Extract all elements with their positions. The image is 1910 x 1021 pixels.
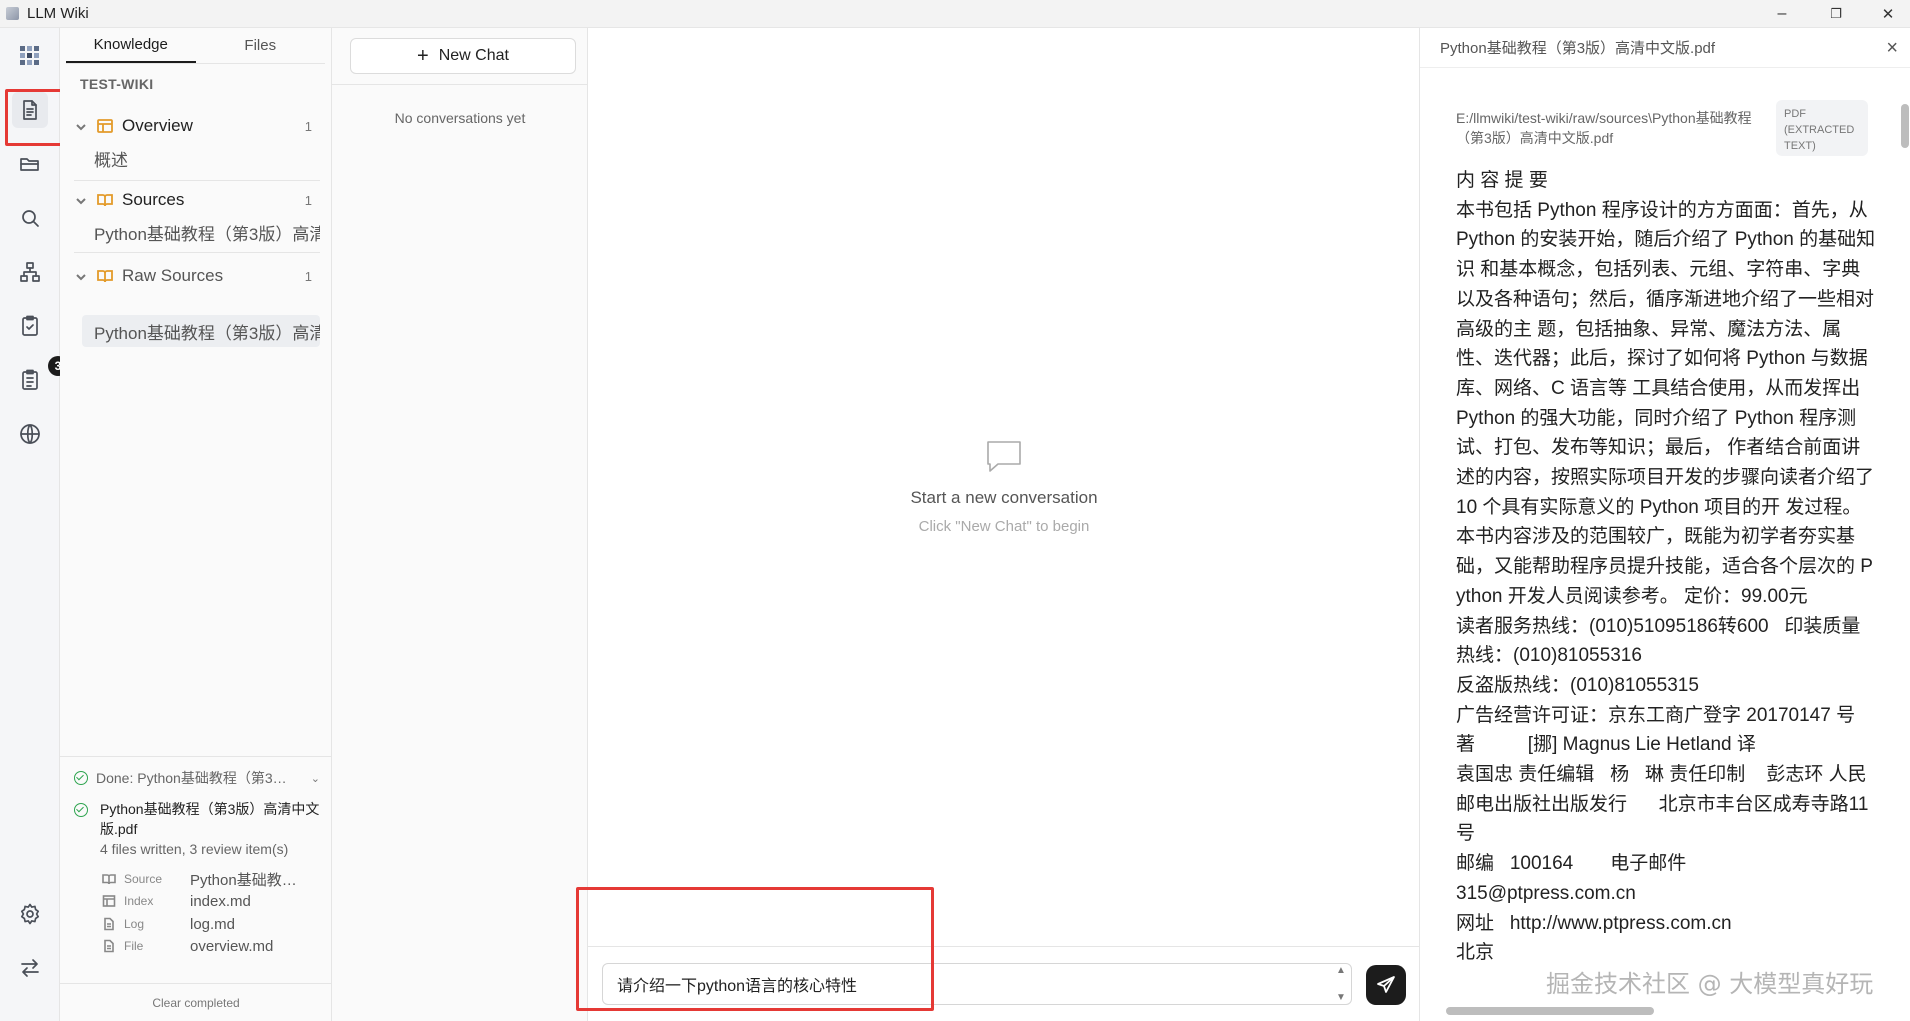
tree-group-raw-sources[interactable]: Raw Sources 1 xyxy=(74,260,322,292)
task-panel: Done: Python基础教程（第3版）高清中文版.pdf ⌄ Python基… xyxy=(60,756,332,1021)
empty-state: Start a new conversation Click "New Chat… xyxy=(588,436,1420,535)
logo-icon xyxy=(12,38,48,74)
horizontal-scrollbar[interactable] xyxy=(1434,1005,1896,1017)
document-icon[interactable] xyxy=(12,92,48,128)
tree-group-count: 1 xyxy=(304,118,312,134)
close-window-button[interactable]: ✕ xyxy=(1866,0,1910,28)
task-file-name: Python基础教程（第3版）高清中文版.pdf xyxy=(100,801,320,837)
settings-icon[interactable] xyxy=(12,896,48,932)
plus-icon: + xyxy=(417,45,429,67)
file-type-badge: PDF (EXTRACTED TEXT) xyxy=(1776,100,1868,156)
tree-group-label: Sources xyxy=(122,190,185,209)
globe-icon[interactable] xyxy=(12,416,48,452)
clipboard-list-icon[interactable]: 3 xyxy=(12,356,68,398)
minimize-button[interactable]: – xyxy=(1760,0,1804,28)
task-status-row[interactable]: Done: Python基础教程（第3版）高清中文版.pdf ⌄ xyxy=(74,767,320,789)
chevron-down-icon[interactable]: ⌄ xyxy=(311,772,320,785)
book-icon xyxy=(96,267,114,285)
send-icon xyxy=(1377,976,1395,993)
new-chat-label: New Chat xyxy=(438,47,509,64)
tree-divider xyxy=(74,252,320,253)
tree-group-count: 1 xyxy=(304,268,312,284)
preview-file-path: E:/llmwiki/test-wiki/raw/sources\Python基… xyxy=(1456,110,1752,146)
swap-icon[interactable] xyxy=(12,950,48,986)
tab-files[interactable]: Files xyxy=(196,28,326,63)
wiki-name: TEST-WIKI xyxy=(80,76,154,92)
no-conversations-text: No conversations yet xyxy=(394,110,526,126)
title-bar: LLM Wiki – ❐ ✕ xyxy=(0,0,1910,28)
chevron-down-icon xyxy=(74,119,88,133)
chat-input[interactable]: 请介绍一下python语言的核心特性 xyxy=(602,963,1352,1005)
layout-icon xyxy=(96,117,114,135)
tree-group-label: Overview xyxy=(122,116,193,135)
empty-state-title: Start a new conversation xyxy=(910,488,1098,507)
chat-list-panel: + New Chat No conversations yet xyxy=(332,28,588,1021)
watermark: 掘金技术社区 @ 大模型真好玩 xyxy=(1546,970,1874,998)
clear-completed-button[interactable]: Clear completed xyxy=(60,983,332,1021)
message-square-icon xyxy=(984,436,1024,476)
preview-title: Python基础教程（第3版）高清中文版.pdf xyxy=(1440,40,1716,57)
input-scroll-arrows[interactable]: ▲ ▼ xyxy=(1334,965,1348,1003)
chat-input-area: 请介绍一下python语言的核心特性 ▲ ▼ xyxy=(588,946,1420,1021)
tree-group-sources[interactable]: Sources 1 xyxy=(74,184,322,216)
tree-leaf-source[interactable]: Python基础教程（第3版）高清中文版.pdf xyxy=(82,216,320,248)
preview-header: Python基础教程（第3版）高清中文版.pdf × xyxy=(1420,28,1910,68)
tree-leaf-raw-source[interactable]: Python基础教程（第3版）高清中文版.pdf xyxy=(82,315,320,347)
book-icon xyxy=(102,872,116,886)
chevron-down-icon xyxy=(74,269,88,283)
tab-knowledge[interactable]: Knowledge xyxy=(66,28,196,63)
check-circle-icon xyxy=(74,771,88,785)
task-summary: 4 files written, 3 review item(s) xyxy=(100,841,289,857)
tree-divider xyxy=(74,180,320,181)
folder-icon[interactable] xyxy=(12,146,48,182)
clipboard-check-icon[interactable] xyxy=(12,308,48,344)
empty-state-subtitle: Click "New Chat" to begin xyxy=(918,518,1090,535)
search-icon[interactable] xyxy=(12,200,48,236)
knowledge-sidebar: Knowledge Files TEST-WIKI Overview 1 概述 … xyxy=(60,28,332,1021)
sidebar-tabs: Knowledge Files xyxy=(66,28,325,64)
send-button[interactable] xyxy=(1366,965,1406,1005)
task-meta-index: Index index.md xyxy=(102,890,322,912)
tree-group-count: 1 xyxy=(304,192,312,208)
chat-list-divider xyxy=(332,84,588,85)
check-circle-icon xyxy=(74,803,88,817)
icon-rail: 3 xyxy=(0,28,68,1021)
tree-group-overview[interactable]: Overview 1 xyxy=(74,110,322,142)
task-meta-file: File overview.md xyxy=(102,935,322,957)
task-status: Done: Python基础教程（第3版）高清中文版.pdf xyxy=(96,770,296,786)
task-meta-source: Source Python基础教程（第3版）高清中文版.md xyxy=(102,868,322,890)
maximize-button[interactable]: ❐ xyxy=(1814,0,1858,28)
layout-icon xyxy=(102,894,116,908)
close-icon[interactable]: × xyxy=(1886,38,1898,58)
tree-leaf-overview[interactable]: 概述 xyxy=(82,142,320,174)
chat-panel: Start a new conversation Click "New Chat… xyxy=(588,28,1420,1021)
tree-group-label: Raw Sources xyxy=(122,266,224,285)
file-icon xyxy=(102,939,116,953)
graph-icon[interactable] xyxy=(12,254,48,290)
task-meta-log: Log log.md xyxy=(102,913,322,935)
file-icon xyxy=(102,917,116,931)
preview-content: 内 容 提 要 本书包括 Python 程序设计的方方面面：首先，从 Pytho… xyxy=(1456,170,1876,964)
book-icon xyxy=(96,191,114,209)
vertical-scrollbar[interactable] xyxy=(1900,74,1910,1004)
app-icon xyxy=(6,7,19,20)
app-title: LLM Wiki xyxy=(27,5,89,22)
chevron-down-icon xyxy=(74,193,88,207)
file-preview-panel: Python基础教程（第3版）高清中文版.pdf × E:/llmwiki/te… xyxy=(1420,28,1910,1021)
new-chat-button[interactable]: + New Chat xyxy=(350,38,576,74)
